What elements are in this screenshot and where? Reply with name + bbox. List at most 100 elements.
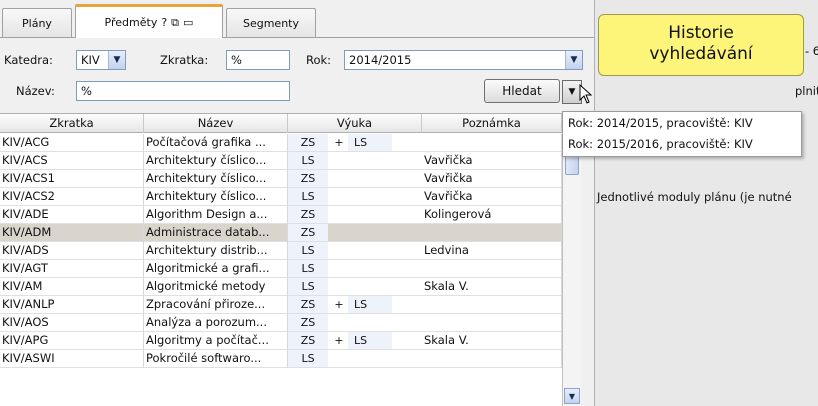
history-popup: Rok: 2014/2015, pracoviště: KIV Rok: 201… [562, 111, 802, 157]
semester-badge: ZS [288, 314, 328, 331]
tab-predmety[interactable]: Předměty ? ⧉ ▭ [75, 4, 223, 38]
tab-plany[interactable]: Plány [2, 8, 72, 38]
table-row[interactable]: KIV/ACG Počítačová grafika ... ZS + LS [0, 134, 562, 152]
semester-badge: LS [288, 242, 328, 259]
cell-poznamka [422, 224, 562, 242]
cell-vyuka: LS [288, 242, 422, 260]
cell-poznamka: Vavřička [422, 152, 562, 170]
tooltip-line-2: vyhledávání [649, 44, 753, 64]
right-fragment-1: - 62 [805, 44, 818, 58]
cell-vyuka: LS [288, 188, 422, 206]
cell-poznamka: Vavřička [422, 188, 562, 206]
chevron-down-icon[interactable]: ▼ [565, 51, 582, 69]
semester-badge: LS [288, 278, 328, 295]
cell-poznamka: Ledvina [422, 242, 562, 260]
history-item[interactable]: Rok: 2015/2016, pracoviště: KIV [568, 137, 753, 151]
semester-badge: ZS [288, 134, 328, 151]
col-nazev-header[interactable]: Název [144, 114, 288, 133]
semester-badge: ZS [288, 296, 328, 313]
cell-zkratka: KIV/AM [0, 278, 144, 296]
app-window: { "tabs": [ {"label": "Plány"}, {"label"… [0, 0, 818, 406]
col-poznamka-header[interactable]: Poznámka [422, 114, 562, 133]
table-row[interactable]: KIV/ACS2 Architektury číslico... LS Vavřičk… [0, 188, 562, 206]
chevron-down-icon[interactable]: ▼ [108, 51, 125, 69]
cell-nazev: Algoritmické metody [144, 278, 288, 296]
cell-zkratka: KIV/ACS2 [0, 188, 144, 206]
table-row[interactable]: KIV/ACS1 Architektury číslico... ZS Vavřičk… [0, 170, 562, 188]
semester-badge: ZS [288, 332, 328, 349]
tab-segmenty-label: Segmenty [242, 17, 299, 30]
col-vyuka-header[interactable]: Výuka [288, 114, 422, 133]
cell-vyuka: ZS [288, 170, 422, 188]
plus-sign: + [334, 298, 344, 311]
cell-vyuka: ZS + LS [288, 134, 422, 152]
katedra-value: KIV [81, 53, 100, 67]
table-row[interactable]: KIV/ADM Administrace datab... ZS [0, 224, 562, 242]
cell-nazev: Počítačová grafika ... [144, 134, 288, 152]
zkratka-input[interactable]: % [226, 50, 290, 70]
rok-label: Rok: [306, 53, 332, 67]
cell-nazev: Administrace datab... [144, 224, 288, 242]
popout-icon[interactable]: ⧉ [171, 16, 179, 30]
table-row[interactable]: KIV/ANLP Zpracování přiroze... ZS + LS [0, 296, 562, 314]
cell-zkratka: KIV/ADM [0, 224, 144, 242]
cell-vyuka: ZS [288, 206, 422, 224]
col-zkratka-header[interactable]: Zkratka [0, 114, 144, 133]
table-row[interactable]: KIV/ACS Architektury číslico... LS Vavřička [0, 152, 562, 170]
history-item[interactable]: Rok: 2014/2015, pracoviště: KIV [568, 116, 753, 130]
chevron-down-icon: ▼ [568, 87, 576, 97]
right-fragment-2: plnit [795, 84, 818, 98]
cell-vyuka: ZS [288, 314, 422, 332]
cell-vyuka: LS [288, 152, 422, 170]
cell-nazev: Algoritmické a grafi... [144, 260, 288, 278]
subjects-table: Zkratka Název Výuka Poznámka KIV/ACG Počí… [0, 113, 562, 406]
cell-poznamka [422, 350, 562, 368]
cell-poznamka [422, 296, 562, 314]
nazev-input[interactable]: % [76, 81, 290, 101]
semester-badge: LS [288, 152, 328, 169]
table-row[interactable]: KIV/ADS Architektury distrib... LS Ledvina [0, 242, 562, 260]
cell-poznamka [422, 134, 562, 152]
table-row[interactable]: KIV/ADE Algorithm Design a... ZS Kolingerov… [0, 206, 562, 224]
table-row[interactable]: KIV/APG Algoritmy a počítač... ZS + LS Skala … [0, 332, 562, 350]
tab-plany-label: Plány [22, 17, 52, 30]
cell-poznamka [422, 260, 562, 278]
scroll-down-icon[interactable]: ▼ [564, 388, 580, 404]
katedra-select[interactable]: KIV ▼ [76, 50, 126, 70]
tab-bar: Plány Předměty ? ⧉ ▭ Segmenty [0, 0, 594, 38]
cell-zkratka: KIV/ASWI [0, 350, 144, 368]
semester-badge: ZS [288, 170, 328, 187]
cell-nazev: Architektury číslico... [144, 152, 288, 170]
semester-badge: LS [348, 332, 392, 349]
table-row[interactable]: KIV/ASWI Pokročilé softwaro... LS [0, 350, 562, 368]
plus-sign: + [334, 136, 344, 149]
table-body: KIV/ACG Počítačová grafika ... ZS + LS KIV/AC… [0, 134, 562, 368]
semester-badge: LS [288, 188, 328, 205]
history-tooltip: Historie vyhledávání [598, 14, 804, 76]
cell-zkratka: KIV/ADE [0, 206, 144, 224]
help-icon[interactable]: ? [161, 16, 167, 29]
tooltip-line-1: Historie [668, 23, 734, 43]
tab-segmenty[interactable]: Segmenty [226, 8, 316, 38]
cell-zkratka: KIV/ACS1 [0, 170, 144, 188]
cell-poznamka: Kolingerová [422, 206, 562, 224]
minimize-icon[interactable]: ▭ [183, 16, 193, 29]
semester-badge: LS [288, 350, 328, 367]
semester-badge: ZS [288, 224, 328, 241]
nazev-label: Název: [16, 84, 55, 98]
cell-zkratka: KIV/ADS [0, 242, 144, 260]
cell-vyuka: ZS [288, 224, 422, 242]
katedra-label: Katedra: [4, 53, 53, 67]
cell-nazev: Architektury číslico... [144, 188, 288, 206]
table-header: Zkratka Název Výuka Poznámka [0, 114, 562, 133]
cell-nazev: Architektury distrib... [144, 242, 288, 260]
semester-badge: LS [348, 296, 392, 313]
cell-poznamka [422, 314, 562, 332]
table-row[interactable]: KIV/AM Algoritmické metody LS Skala V. [0, 278, 562, 296]
search-button[interactable]: Hledat [484, 79, 560, 103]
table-row[interactable]: KIV/AOS Analýza a porozum... ZS [0, 314, 562, 332]
right-panel-text: Jednotlivé moduly plánu (je nutné [597, 190, 792, 204]
table-row[interactable]: KIV/AGT Algoritmické a grafi... LS [0, 260, 562, 278]
rok-select[interactable]: 2014/2015 ▼ [344, 50, 583, 70]
cell-vyuka: ZS + LS [288, 296, 422, 314]
